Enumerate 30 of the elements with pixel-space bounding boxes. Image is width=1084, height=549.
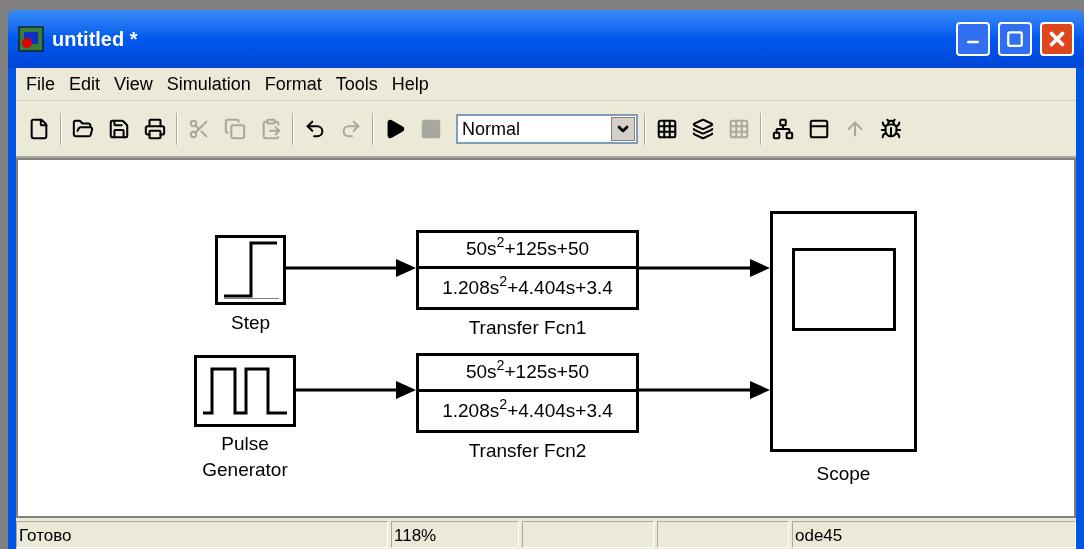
app-icon [18,26,44,52]
dropdown-caret-icon [611,116,635,141]
maximize-icon [1006,30,1024,48]
menu-item[interactable]: File [20,70,61,98]
window-title: untitled * [52,27,139,52]
menu-item[interactable]: Edit [63,70,107,98]
mode-dropdown[interactable]: Normal [456,113,638,144]
menu-item[interactable]: View [108,70,159,98]
block-label: Transfer Fcn2 [468,439,587,463]
menu-item[interactable]: Help [385,70,435,98]
status-field: 118% [391,521,519,548]
numerator: 50s$^{2}$+125s+50 [419,233,636,269]
close-button[interactable] [1040,22,1074,56]
status-field: ode45 [792,521,1076,548]
block-label: Step [230,311,271,335]
numerator: 50s$^{2}$+125s+50 [419,356,636,392]
menu-item[interactable]: Tools [329,70,384,98]
minimize-button[interactable] [956,22,990,56]
block-label: Pulse Generator [202,432,288,482]
denominator: 1.208s$^{2}$+4.404s+3.4 [441,271,614,300]
status-field: Готово [16,521,388,548]
menu-item[interactable]: Simulation [160,70,257,98]
block-label: Scope [816,462,871,486]
scope-screen-icon [791,248,896,331]
block-label: Transfer Fcn1 [468,316,587,340]
menu-item[interactable]: Format [258,70,328,98]
pulse-wave-icon [202,366,288,416]
denominator: 1.208s$^{2}$+4.404s+3.4 [441,394,614,423]
step-icon [222,241,279,299]
maximize-button[interactable] [998,22,1032,56]
